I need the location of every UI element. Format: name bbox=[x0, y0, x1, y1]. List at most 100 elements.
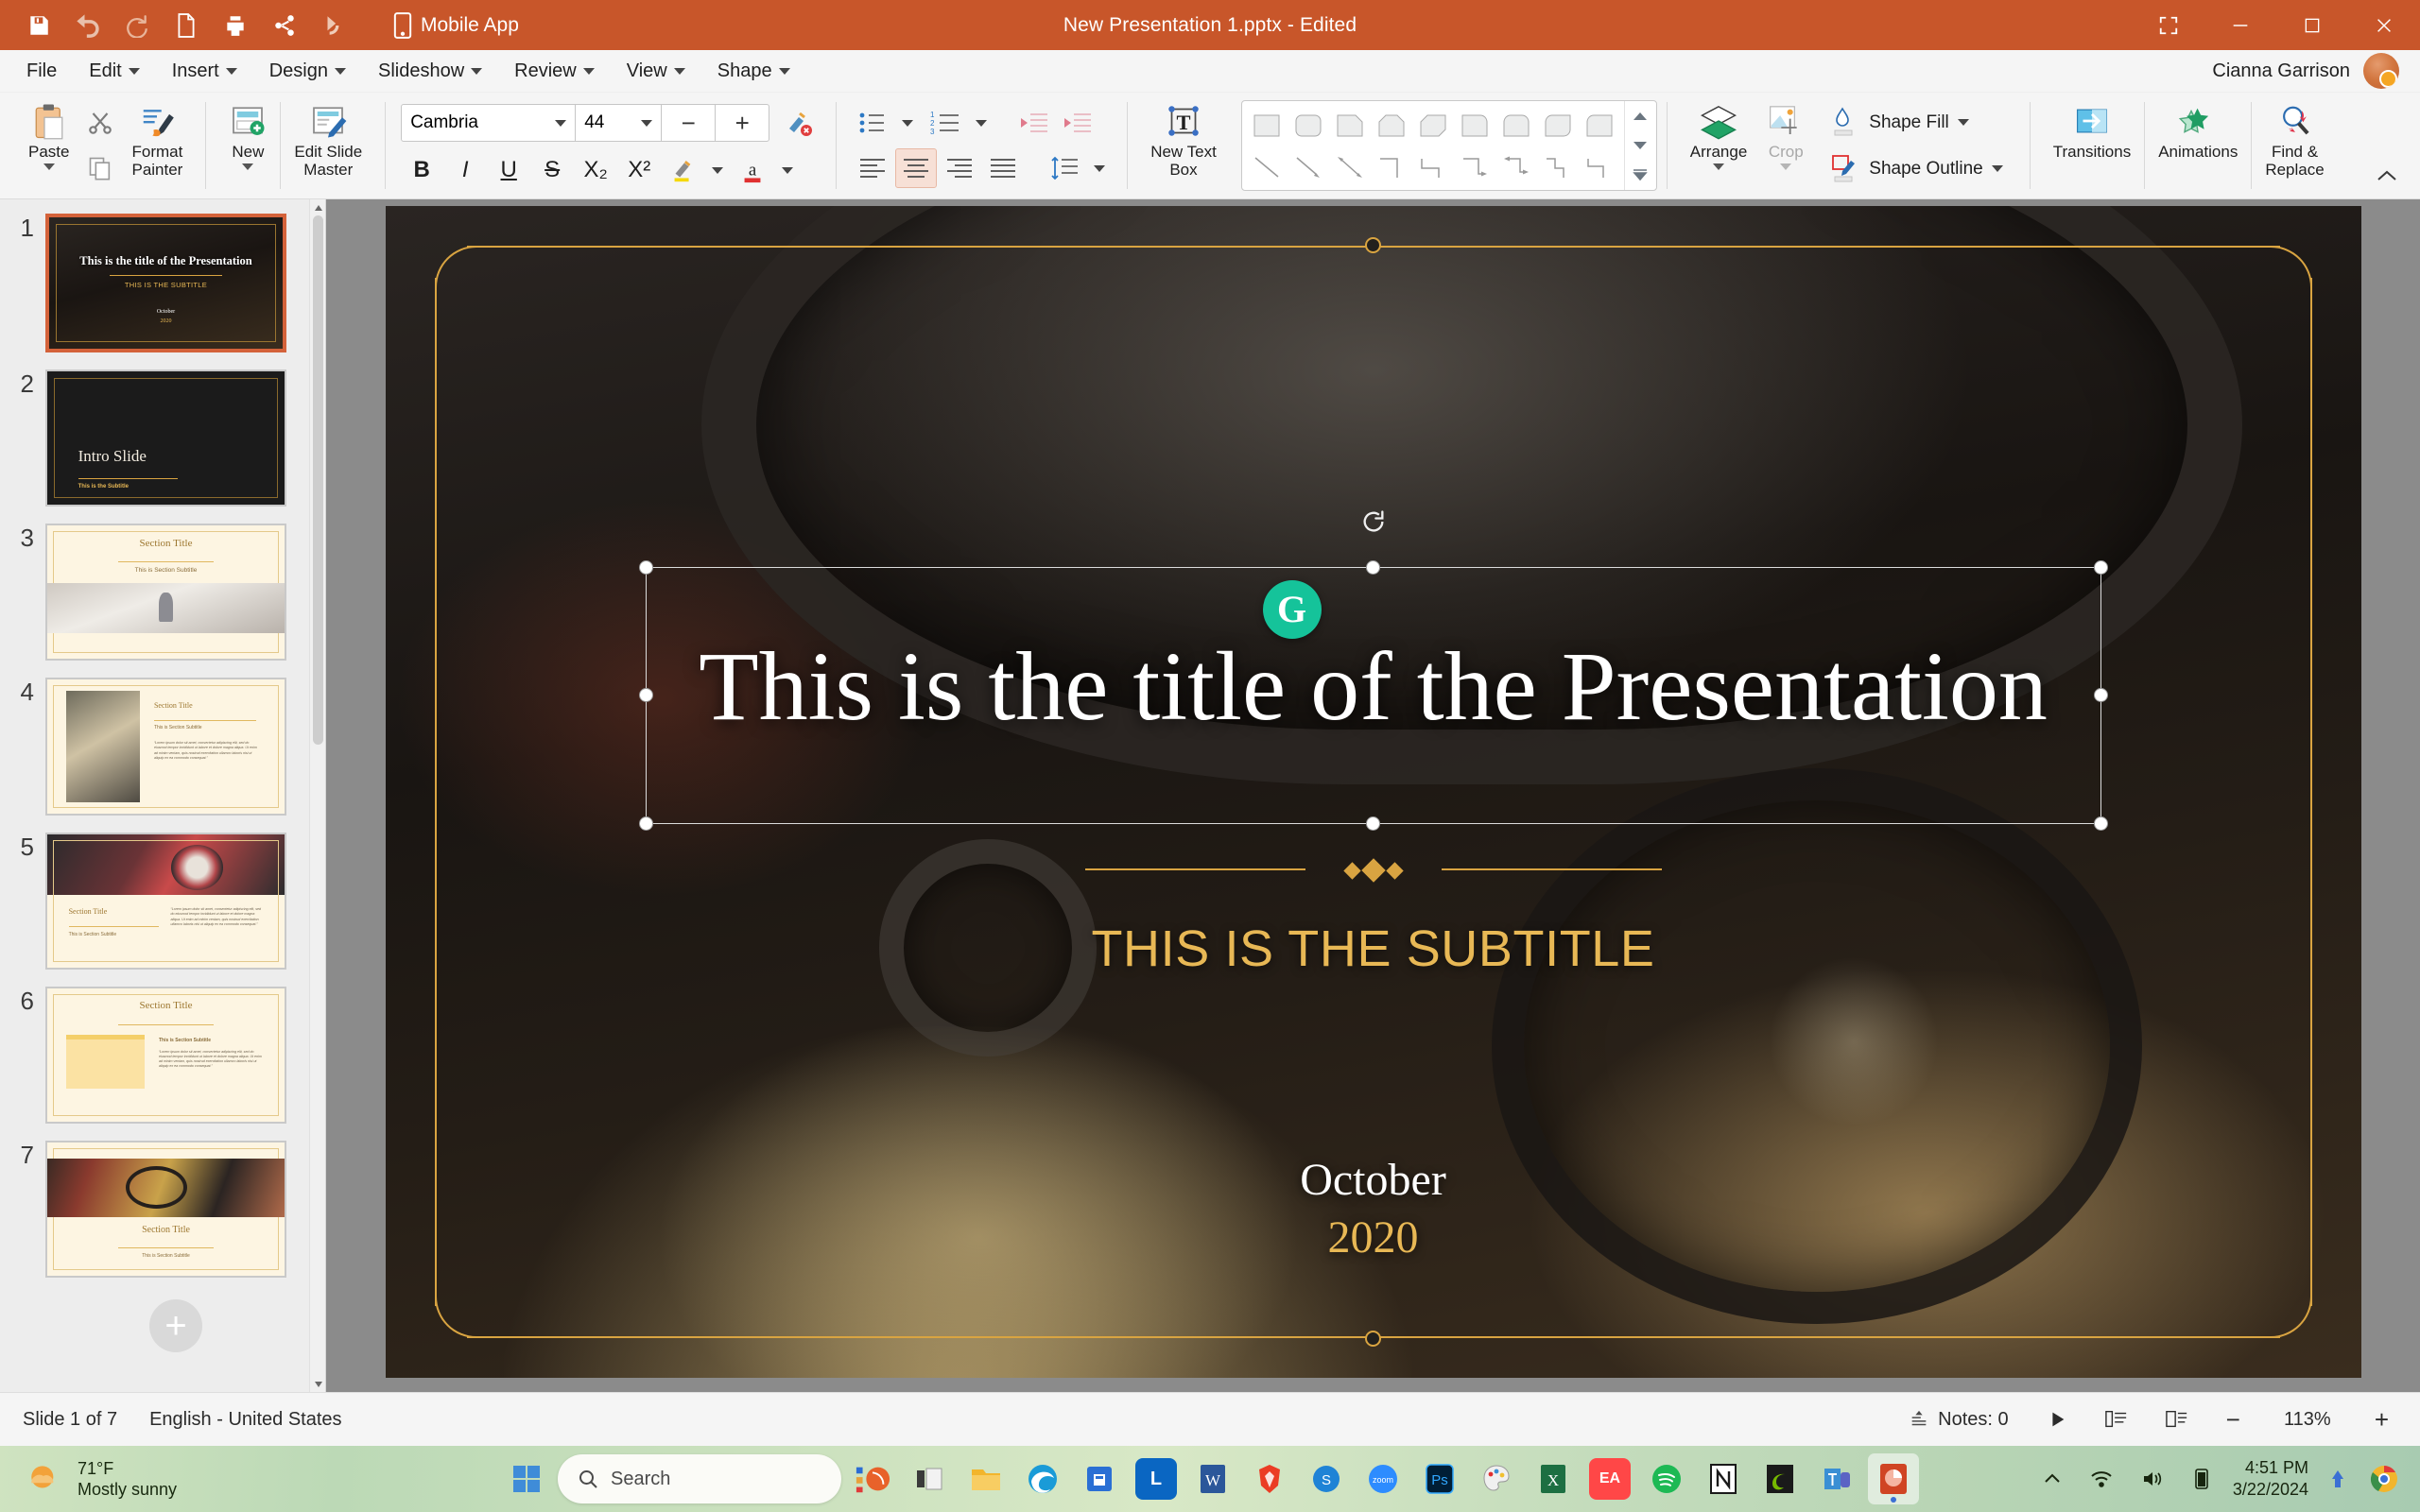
shape-round-same-side-corner[interactable] bbox=[1495, 105, 1537, 146]
account-button[interactable]: Cianna Garrison bbox=[2212, 53, 2420, 89]
format-painter-button[interactable]: Format Painter bbox=[122, 93, 192, 198]
menu-item-shape[interactable]: Shape bbox=[704, 55, 804, 88]
shape-line[interactable] bbox=[1246, 146, 1288, 188]
shape-snip-two-corner-rectangle[interactable] bbox=[1371, 105, 1412, 146]
teams-icon[interactable] bbox=[1811, 1453, 1862, 1504]
shape-step-connector-2[interactable] bbox=[1579, 146, 1620, 188]
slide-thumbnail-6[interactable]: Section Title This is Section Subtitle “… bbox=[45, 986, 286, 1124]
align-justify-icon[interactable] bbox=[982, 148, 1024, 188]
store-icon[interactable] bbox=[1074, 1453, 1125, 1504]
undo-icon[interactable] bbox=[66, 6, 110, 45]
menu-item-design[interactable]: Design bbox=[256, 55, 359, 88]
slide-thumbnail-7[interactable]: Section Title This is Section Subtitle bbox=[45, 1140, 286, 1279]
brave-icon[interactable] bbox=[1244, 1453, 1295, 1504]
menu-item-insert[interactable]: Insert bbox=[159, 55, 251, 88]
increase-indent-icon[interactable] bbox=[1057, 103, 1098, 143]
battery-icon[interactable] bbox=[2186, 1463, 2218, 1495]
animations-button[interactable]: Animations bbox=[2149, 93, 2247, 198]
menu-item-file[interactable]: File bbox=[13, 55, 70, 88]
thumbnail-row-5[interactable]: 5 Section Title This is Section Subtitle… bbox=[0, 824, 325, 978]
line-spacing-icon[interactable] bbox=[1044, 148, 1085, 188]
copy-button[interactable] bbox=[78, 146, 122, 190]
onedrive-icon[interactable] bbox=[2324, 1463, 2352, 1495]
new-document-icon[interactable] bbox=[164, 6, 208, 45]
outline-view-button[interactable] bbox=[2157, 1404, 2197, 1435]
minimize-icon[interactable] bbox=[2204, 0, 2276, 50]
menu-item-review[interactable]: Review bbox=[501, 55, 608, 88]
decrease-font-size-button[interactable]: − bbox=[662, 109, 715, 138]
save-icon[interactable] bbox=[17, 6, 60, 45]
shape-elbow-connector[interactable] bbox=[1371, 146, 1412, 188]
shape-rounded-rectangle[interactable] bbox=[1288, 105, 1329, 146]
print-icon[interactable] bbox=[214, 6, 257, 45]
thumbnail-row-3[interactable]: 3 Section Title This is Section Subtitle bbox=[0, 515, 325, 669]
chevron-down-icon[interactable] bbox=[43, 163, 55, 171]
font-color-icon[interactable]: a bbox=[732, 150, 773, 190]
thumbnail-row-2[interactable]: 2 Intro Slide This is the Subtitle bbox=[0, 361, 325, 515]
shape-fill-button[interactable]: Shape Fill bbox=[1821, 102, 2010, 144]
slide-thumbnail-2[interactable]: Intro Slide This is the Subtitle bbox=[45, 369, 286, 507]
search-input[interactable]: Search bbox=[558, 1454, 841, 1503]
slide-thumbnail-3[interactable]: Section Title This is Section Subtitle bbox=[45, 524, 286, 662]
notion-icon[interactable] bbox=[1698, 1453, 1749, 1504]
slide-date[interactable]: October 2020 bbox=[386, 1151, 2361, 1267]
scroll-down-icon[interactable] bbox=[310, 1376, 325, 1392]
shape-elbow-double-arrow[interactable] bbox=[1495, 146, 1537, 188]
edge-icon[interactable] bbox=[1017, 1453, 1068, 1504]
bullets-dropdown[interactable] bbox=[895, 103, 920, 143]
font-color-dropdown[interactable] bbox=[775, 150, 800, 190]
strikethrough-button[interactable]: S bbox=[531, 150, 573, 190]
shape-snip-corner-rectangle[interactable] bbox=[1329, 105, 1371, 146]
clock[interactable]: 4:51 PM 3/22/2024 bbox=[2233, 1457, 2308, 1502]
chevron-down-icon[interactable] bbox=[1780, 163, 1792, 171]
shape-outline-button[interactable]: Shape Outline bbox=[1821, 148, 2010, 190]
weather-widget[interactable]: 71°F Mostly sunny bbox=[0, 1458, 177, 1501]
redo-icon[interactable] bbox=[115, 6, 159, 45]
shape-round-diagonal-corner[interactable] bbox=[1537, 105, 1579, 146]
paste-button[interactable]: Paste bbox=[19, 93, 78, 198]
shapes-more-button[interactable] bbox=[1625, 161, 1656, 190]
maximize-icon[interactable] bbox=[2276, 0, 2348, 50]
mobile-app-button[interactable]: Mobile App bbox=[382, 7, 530, 44]
zoom-in-button[interactable]: + bbox=[2366, 1400, 2397, 1439]
thumbnail-row-4[interactable]: 4 Section Title This is Section Subtitle… bbox=[0, 669, 325, 823]
nvidia-icon[interactable] bbox=[1754, 1453, 1806, 1504]
current-slide[interactable]: This is the title of the Presentation G bbox=[385, 206, 2361, 1378]
numbered-list-icon[interactable]: 123 bbox=[922, 103, 967, 143]
menu-item-edit[interactable]: Edit bbox=[76, 55, 152, 88]
slide-thumbnail-4[interactable]: Section Title This is Section Subtitle “… bbox=[45, 678, 286, 816]
find-replace-button[interactable]: Find & Replace bbox=[2256, 93, 2333, 198]
subscript-button[interactable]: X₂ bbox=[575, 150, 616, 190]
share-icon[interactable] bbox=[263, 6, 306, 45]
slide-subtitle[interactable]: THIS IS THE SUBTITLE bbox=[386, 919, 2361, 978]
new-slide-button[interactable]: New bbox=[219, 93, 276, 198]
align-left-icon[interactable] bbox=[852, 148, 893, 188]
photoshop-icon[interactable]: Ps bbox=[1414, 1453, 1465, 1504]
shape-rectangle[interactable] bbox=[1246, 105, 1288, 146]
zoom-level[interactable]: 113% bbox=[2270, 1409, 2345, 1431]
shape-elbow-connector-2[interactable] bbox=[1412, 146, 1454, 188]
present-icon[interactable] bbox=[312, 6, 355, 45]
normal-view-button[interactable] bbox=[2097, 1404, 2136, 1435]
zoom-icon[interactable]: zoom bbox=[1357, 1453, 1409, 1504]
volume-icon[interactable] bbox=[2135, 1463, 2170, 1495]
chevron-down-icon[interactable] bbox=[1713, 163, 1725, 171]
shape-line-double-arrow[interactable] bbox=[1329, 146, 1371, 188]
notes-button[interactable]: Notes: 0 bbox=[1900, 1404, 2016, 1435]
line-spacing-dropdown[interactable] bbox=[1087, 148, 1112, 188]
decrease-indent-icon[interactable] bbox=[1013, 103, 1055, 143]
start-icon[interactable] bbox=[501, 1453, 552, 1504]
bold-button[interactable]: B bbox=[401, 150, 442, 190]
grammarly-badge[interactable]: G bbox=[1262, 580, 1322, 639]
ea-icon[interactable]: EA bbox=[1584, 1453, 1635, 1504]
edit-slide-master-button[interactable]: Edit Slide Master bbox=[285, 93, 372, 198]
clear-formatting-button[interactable] bbox=[777, 101, 821, 145]
shape-snip-diagonal-rectangle[interactable] bbox=[1412, 105, 1454, 146]
skype-icon[interactable]: S bbox=[1301, 1453, 1352, 1504]
fullscreen-icon[interactable] bbox=[2133, 0, 2204, 50]
shape-round-mixed-corner[interactable] bbox=[1579, 105, 1620, 146]
collapse-ribbon-button[interactable] bbox=[2375, 167, 2399, 189]
avatar[interactable] bbox=[2363, 53, 2399, 89]
file-explorer-icon[interactable] bbox=[960, 1453, 1011, 1504]
slide-thumbnail-1[interactable]: This is the title of the Presentation TH… bbox=[45, 214, 286, 352]
